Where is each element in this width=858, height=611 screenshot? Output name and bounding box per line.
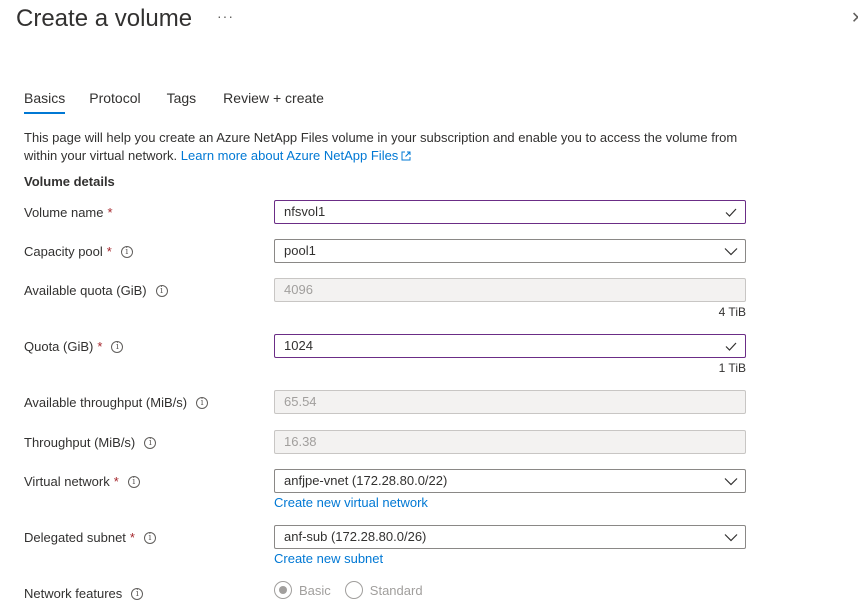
info-icon[interactable]: i xyxy=(143,531,156,544)
capacity-pool-select[interactable]: pool1 xyxy=(274,239,746,263)
network-features-radio-group: Basic Standard xyxy=(274,581,437,599)
tab-bar: Basics Protocol Tags Review + create xyxy=(24,90,348,114)
intro-text: This page will help you create an Azure … xyxy=(24,129,754,165)
tab-tags[interactable]: Tags xyxy=(167,90,197,114)
chevron-down-icon xyxy=(724,478,738,486)
quota-label: Quota (GiB) * i xyxy=(24,339,124,354)
info-icon[interactable]: i xyxy=(127,475,140,488)
throughput-input: 16.38 xyxy=(274,430,746,454)
close-icon[interactable]: ✕ xyxy=(851,8,858,28)
delegated-subnet-select[interactable]: anf-sub (172.28.80.0/26) xyxy=(274,525,746,549)
volume-name-label: Volume name * xyxy=(24,205,113,220)
network-features-label: Network features i xyxy=(24,586,144,601)
radio-basic-label: Basic xyxy=(299,582,331,598)
radio-standard[interactable] xyxy=(344,581,363,599)
quota-input[interactable]: 1024 xyxy=(274,334,746,358)
checkmark-icon xyxy=(725,208,737,217)
learn-more-link[interactable]: Learn more about Azure NetApp Files xyxy=(181,148,412,163)
checkmark-icon xyxy=(725,342,737,351)
tab-protocol[interactable]: Protocol xyxy=(89,90,140,114)
info-icon[interactable]: i xyxy=(155,284,168,297)
throughput-label: Throughput (MiB/s) i xyxy=(24,435,157,450)
virtual-network-label: Virtual network * i xyxy=(24,474,140,489)
more-options-button[interactable]: ··· xyxy=(217,8,234,24)
section-heading: Volume details xyxy=(24,174,115,189)
delegated-subnet-label: Delegated subnet * i xyxy=(24,530,156,545)
radio-basic[interactable] xyxy=(274,581,292,599)
info-icon[interactable]: i xyxy=(120,245,133,258)
tab-basics[interactable]: Basics xyxy=(24,90,66,114)
quota-hint: 1 TiB xyxy=(718,361,746,375)
info-icon[interactable]: i xyxy=(196,396,209,409)
volume-name-input[interactable]: nfsvol1 xyxy=(274,200,746,224)
available-throughput-input: 65.54 xyxy=(274,390,746,414)
chevron-down-icon xyxy=(724,534,738,542)
create-virtual-network-link[interactable]: Create new virtual network xyxy=(274,495,428,510)
available-throughput-label: Available throughput (MiB/s) i xyxy=(24,395,209,410)
tab-review-create[interactable]: Review + create xyxy=(223,90,324,114)
radio-standard-label: Standard xyxy=(369,582,423,598)
info-icon[interactable]: i xyxy=(144,436,157,449)
external-link-icon xyxy=(401,151,411,161)
page-title: Create a volume xyxy=(16,5,193,32)
create-subnet-link[interactable]: Create new subnet xyxy=(274,551,383,566)
available-quota-label: Available quota (GiB) i xyxy=(24,283,168,298)
info-icon[interactable]: i xyxy=(131,587,144,600)
available-quota-input: 4096 xyxy=(274,278,746,302)
chevron-down-icon xyxy=(724,248,738,256)
available-quota-hint: 4 TiB xyxy=(718,305,746,319)
info-icon[interactable]: i xyxy=(111,340,124,353)
virtual-network-select[interactable]: anfjpe-vnet (172.28.80.0/22) xyxy=(274,469,746,493)
capacity-pool-label: Capacity pool * i xyxy=(24,244,133,259)
